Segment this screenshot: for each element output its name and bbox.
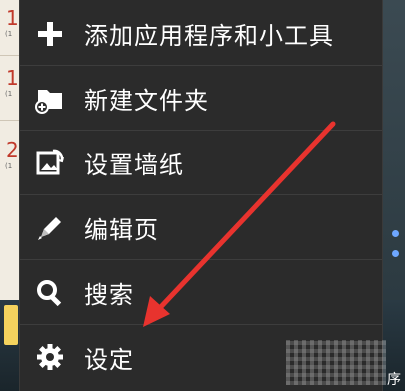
calendar-day-sub: (1: [5, 30, 13, 38]
menu-item-search[interactable]: 搜索: [20, 261, 382, 325]
menu-item-label: 设置墙纸: [84, 151, 184, 179]
menu-item-edit-page[interactable]: 编辑页: [20, 196, 382, 260]
pencil-icon: [34, 212, 66, 244]
app-icon[interactable]: [4, 305, 18, 345]
calendar-day-sub: (1: [5, 90, 13, 98]
gear-icon: [34, 341, 66, 373]
menu-item-label: 添加应用程序和小工具: [84, 22, 334, 50]
search-icon: [34, 277, 66, 309]
calendar-day: 1: [6, 66, 19, 90]
menu-item-set-wallpaper[interactable]: 设置墙纸: [20, 131, 382, 195]
new-folder-icon: [34, 83, 66, 115]
menu-item-label: 新建文件夹: [84, 87, 209, 115]
background-label: 序: [387, 372, 401, 388]
background-panel: [380, 0, 405, 300]
menu-item-label: 编辑页: [84, 216, 159, 244]
plus-icon: [34, 18, 66, 50]
options-menu: 添加应用程序和小工具 新建文件夹 设置墙纸 编辑页 搜索 设定: [19, 0, 383, 391]
wallpaper-icon: [34, 147, 66, 179]
calendar-day: 2: [6, 138, 19, 162]
screen: 1 (1 1 (1 2 (1 序 添加应用程序和小工具 新建文件夹 设置墙纸 编…: [0, 0, 405, 391]
dot-icon: [392, 230, 399, 237]
menu-item-label: 设定: [84, 345, 134, 374]
dot-icon: [392, 250, 399, 257]
watermark: [286, 340, 386, 385]
menu-item-new-folder[interactable]: 新建文件夹: [20, 67, 382, 131]
menu-item-label: 搜索: [84, 281, 134, 309]
calendar-day-sub: (1: [5, 162, 13, 170]
menu-item-add-apps-widgets[interactable]: 添加应用程序和小工具: [20, 2, 382, 66]
calendar-day: 1: [6, 6, 19, 30]
